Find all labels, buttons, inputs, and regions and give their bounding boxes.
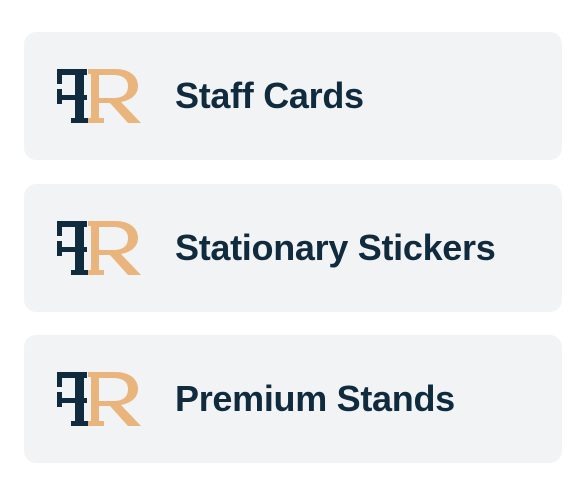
fr-logo-icon: [57, 69, 141, 123]
category-label: Stationary Stickers: [175, 227, 496, 268]
category-card-staff-cards[interactable]: Staff Cards: [24, 32, 562, 160]
category-label: Staff Cards: [175, 75, 364, 116]
fr-logo-icon: [57, 372, 141, 426]
fr-logo-icon: [57, 221, 141, 275]
category-card-premium-stands[interactable]: Premium Stands: [24, 335, 562, 463]
category-card-stationary-stickers[interactable]: Stationary Stickers: [24, 184, 562, 312]
category-list: Staff Cards Stationary Stickers Premium …: [0, 0, 586, 496]
category-label: Premium Stands: [175, 378, 455, 419]
